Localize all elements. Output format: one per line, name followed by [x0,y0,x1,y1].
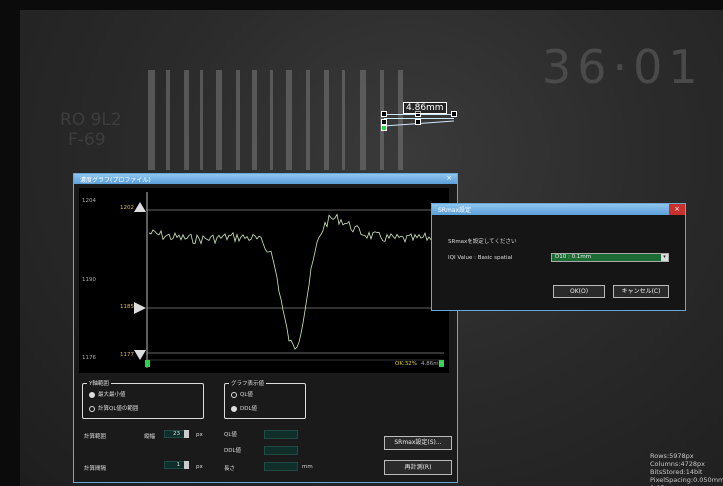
graph-display-group: グラフ表示値 QL値 DDL値 [224,379,306,419]
remeasure-button[interactable]: 再計測(R) [384,460,452,475]
iqi-value-label: IQI Value : Basic spatial [448,255,513,261]
srmax-prompt: SRmaxを設定してください [448,239,517,245]
width-spinner[interactable] [184,430,189,438]
ql-value-label: QL値 [224,432,237,438]
radio-icon [89,391,95,398]
ql-value-field [264,430,298,439]
info-rows: Rows:5978px [650,452,694,460]
profile-plot-svg [134,192,444,368]
etched-text-1: RO 9L2 [60,110,122,130]
y-range-option-ql[interactable]: 計算QL値の範囲 [89,404,138,412]
length-status: 4.86mm [421,361,444,367]
radio-icon [231,405,237,412]
info-bits: BitsStored:14bit [650,468,703,476]
measure-start-handle[interactable] [381,125,387,131]
y-range-option-ql-label: 計算QL値の範囲 [98,406,139,412]
etched-text-2: F-69 [68,130,106,150]
ddl-value-label: DDL値 [224,448,242,454]
graph-option-ddl-label: DDL値 [240,406,258,412]
measure-handle[interactable] [381,111,387,117]
y-range-option-maxmin[interactable]: 最大最小値 [89,390,126,398]
length-value-field [264,462,298,471]
width-px-unit: px [196,432,203,438]
calc-interval-label: 計算間隔 [84,466,107,472]
graph-option-ql[interactable]: QL値 [231,390,253,398]
width-label: 縦幅 [144,434,156,440]
image-digits: 36·01 [542,40,704,94]
graph-option-ql-label: QL値 [240,392,253,398]
graph-dialog-titlebar[interactable]: 濃度グラフ(プロファイル) × [74,174,457,184]
measurement-label: 4.86mm [403,102,447,114]
srmax-dialog-close-button[interactable]: × [669,204,685,215]
plot-start-marker[interactable] [145,360,150,367]
graph-dialog-title: 濃度グラフ(プロファイル) [80,177,151,184]
iqi-value-selected: D10 : 0.1mm [555,254,592,260]
cancel-button[interactable]: キャンセル(C) [613,285,669,298]
graph-option-ddl[interactable]: DDL値 [231,404,257,412]
upper-limit-handle[interactable] [134,202,146,212]
profile-plot: 1204 1190 1176 1202 1185 1177 OK:32% 4.8… [79,188,449,373]
srmax-settings-dialog[interactable]: SRmax設定 × SRmaxを設定してください IQI Value : Bas… [431,203,686,311]
y-range-option-maxmin-label: 最大最小値 [98,392,126,398]
radio-icon [89,405,95,412]
y-axis-range-title: Y軸範囲 [87,379,111,387]
length-label: 長さ [224,466,236,472]
interval-spinner[interactable] [184,461,189,469]
image-bar-pattern [140,70,420,170]
radio-icon [231,391,237,398]
length-mm-unit: mm [302,464,313,470]
srmax-settings-button[interactable]: SRmax設定(S)... [384,436,452,450]
measure-handle[interactable] [451,111,457,117]
ok-status: OK:32% [395,361,418,367]
ok-button[interactable]: OK(O) [553,285,605,298]
srmax-dialog-title: SRmax設定 [438,207,472,214]
profile-line [148,213,444,350]
lower-limit-handle[interactable] [134,350,146,360]
y-axis-range-group: Y軸範囲 最大最小値 計算QL値の範囲 [82,379,204,419]
density-graph-dialog[interactable]: 濃度グラフ(プロファイル) × 1204 1190 1176 1202 1185… [73,173,458,483]
interval-px-unit: px [196,464,203,470]
graph-display-title: グラフ表示値 [229,379,267,387]
info-pixel-spacing: PixelSpacing:0.050mm, 0.05 [650,476,723,486]
info-columns: Columns:4728px [650,460,705,468]
ddl-value-field [264,446,298,455]
chevron-down-icon[interactable]: ▾ [661,254,668,261]
measure-handle[interactable] [415,119,421,125]
mid-limit-handle[interactable] [134,302,146,314]
image-info-overlay: Rows:5978px Columns:4728px BitsStored:14… [650,452,723,486]
srmax-dialog-titlebar[interactable]: SRmax設定 × [432,204,685,215]
graph-dialog-close-icon[interactable]: × [446,174,452,182]
iqi-value-select[interactable]: D10 : 0.1mm ▾ [551,253,669,262]
calc-range-label: 計算範囲 [84,434,107,440]
